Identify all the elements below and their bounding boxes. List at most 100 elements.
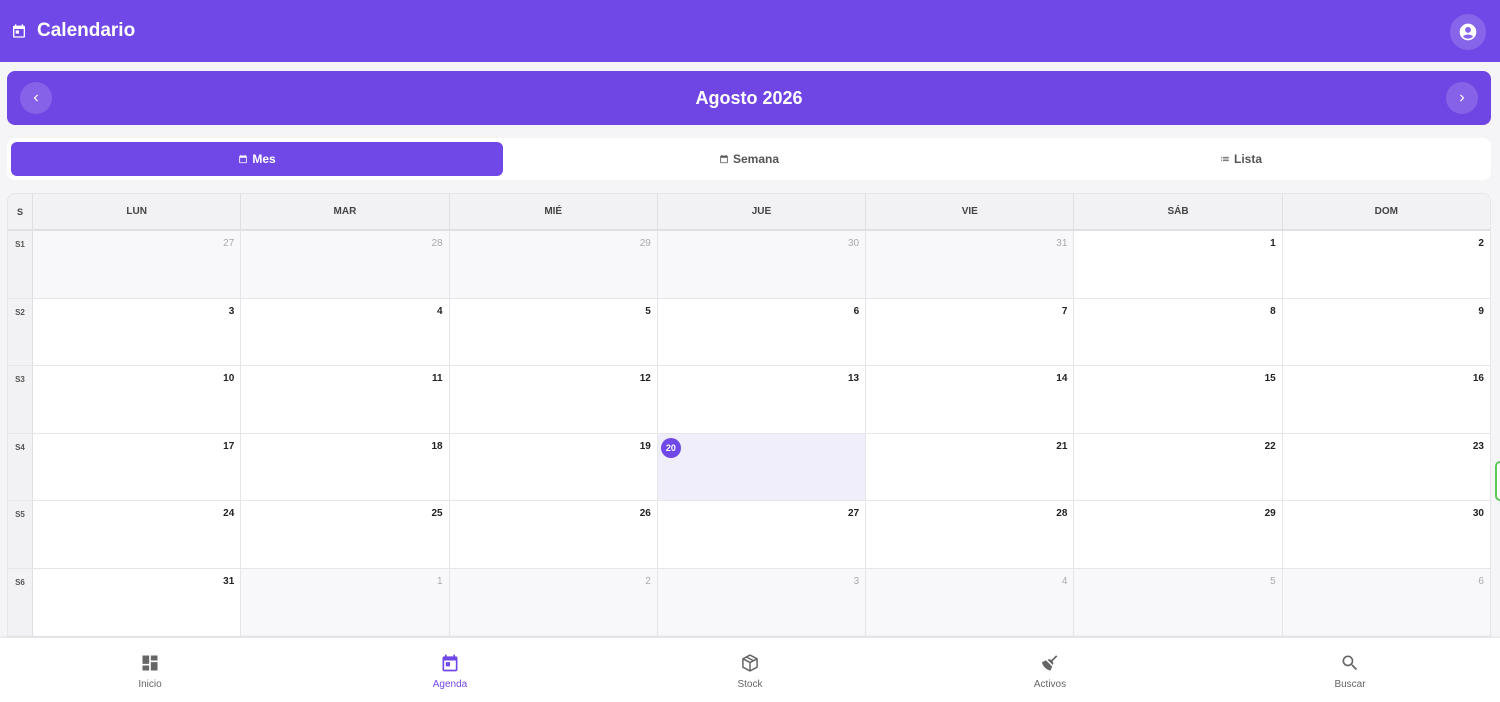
day-cell[interactable]: 19 [449, 433, 658, 501]
box-icon [742, 653, 758, 672]
day-number: 29 [1264, 508, 1276, 520]
tab-semana[interactable]: Semana [503, 142, 995, 176]
day-cell[interactable]: 17 [33, 433, 242, 501]
month-calendar: S LUN MAR MIÉ JUE VIE SÁB DOM S1 27 28 29 30… [7, 193, 1491, 693]
weekday-label: MAR [241, 194, 450, 229]
day-cell[interactable]: 14 [866, 366, 1075, 433]
day-cell[interactable]: 25 [241, 501, 450, 568]
day-number: 31 [223, 575, 235, 587]
day-cell[interactable]: 1 [241, 568, 450, 636]
day-number: 4 [1061, 575, 1068, 587]
view-tabs: Mes Semana Lista [7, 138, 1491, 180]
page-title: Calendario [37, 20, 136, 41]
day-cell[interactable]: 29 [1074, 501, 1283, 568]
nav-label: Agenda [432, 678, 468, 690]
day-number: 6 [1478, 575, 1484, 587]
calendar-icon [11, 23, 27, 39]
bottom-navigation: Inicio Agenda Stock Activos Buscar [0, 637, 1500, 702]
day-cell[interactable]: 22 [1074, 433, 1283, 501]
day-cell[interactable]: 26 [449, 501, 658, 568]
day-cell[interactable]: 3 [657, 568, 867, 636]
day-cell[interactable]: 2 [1282, 231, 1490, 298]
day-cell[interactable]: 27 [33, 231, 242, 298]
today-badge: 20 [660, 437, 681, 458]
weekday-label: SÁB [1074, 194, 1283, 229]
day-cell[interactable]: 6 [1282, 568, 1490, 636]
weekday-label: LUN [33, 194, 242, 229]
nav-item-inicio[interactable]: Inicio [0, 638, 300, 702]
week-number: S1 [8, 231, 33, 298]
day-cell[interactable]: 5 [449, 298, 658, 366]
day-cell[interactable]: 18 [241, 433, 450, 501]
day-cell[interactable]: 4 [866, 568, 1075, 636]
day-number: 19 [639, 440, 651, 452]
day-number: 28 [431, 238, 443, 249]
next-month-button[interactable] [1446, 82, 1478, 114]
day-number: 9 [1478, 305, 1484, 317]
day-number: 1 [437, 575, 443, 587]
day-number: 5 [645, 305, 651, 317]
day-cell[interactable]: 31 [866, 231, 1075, 298]
account-button[interactable] [1450, 14, 1486, 50]
tab-lista[interactable]: Lista [995, 142, 1487, 176]
weekday-header: S LUN MAR MIÉ JUE VIE SÁB DOM [8, 194, 1490, 231]
day-number: 14 [1056, 373, 1068, 385]
week-column-header: S [8, 194, 33, 229]
day-cell[interactable]: 23 [1282, 433, 1490, 501]
day-cell[interactable]: 29 [449, 231, 658, 298]
search-icon [1342, 655, 1358, 670]
day-cell[interactable]: 12 [449, 366, 658, 433]
day-cell[interactable]: 6 [657, 298, 867, 366]
calendar-icon [720, 154, 728, 164]
day-cell[interactable]: 21 [866, 433, 1075, 501]
day-cell[interactable]: 24 [33, 501, 242, 568]
day-number: 13 [848, 373, 860, 385]
day-cell[interactable]: 30 [1282, 501, 1490, 568]
day-number: 5 [1270, 575, 1276, 587]
day-cell[interactable]: 27 [657, 501, 867, 568]
day-cell[interactable]: 4 [241, 298, 450, 366]
nav-item-stock[interactable]: Stock [600, 638, 900, 702]
nav-item-activos[interactable]: Activos [900, 638, 1200, 702]
day-cell[interactable]: 11 [241, 366, 450, 433]
day-number: 31 [1056, 238, 1068, 249]
chevron-left-icon [33, 94, 38, 102]
calendar-icon [442, 654, 458, 671]
weekday-label: DOM [1374, 206, 1398, 217]
day-number: 25 [431, 508, 443, 520]
day-cell[interactable]: 13 [657, 366, 867, 433]
day-cell[interactable]: 8 [1074, 298, 1283, 366]
previous-month-button[interactable] [20, 82, 52, 114]
day-cell[interactable]: 2 [449, 568, 658, 636]
day-cell-today[interactable]: 20 [657, 433, 867, 501]
day-cell[interactable]: 5 [1074, 568, 1283, 636]
week-number: S2 [8, 298, 33, 366]
day-number: 24 [223, 508, 235, 520]
calendar-week-row: S5 24 25 26 27 28 29 30 [8, 501, 1490, 569]
nav-item-agenda[interactable]: Agenda [300, 638, 600, 702]
day-cell[interactable]: 28 [866, 501, 1075, 568]
day-number: 30 [848, 238, 860, 249]
day-cell[interactable]: 16 [1282, 366, 1490, 433]
day-cell[interactable]: 28 [241, 231, 450, 298]
day-cell[interactable]: 3 [33, 298, 242, 366]
tab-mes[interactable]: Mes [11, 142, 503, 176]
app-bar: Calendario [0, 0, 1500, 62]
day-number: 17 [223, 440, 235, 452]
nav-item-buscar[interactable]: Buscar [1200, 638, 1500, 702]
week-number: S5 [8, 501, 33, 568]
day-cell[interactable]: 10 [33, 366, 242, 433]
day-cell[interactable]: 1 [1074, 231, 1283, 298]
day-cell[interactable]: 9 [1282, 298, 1490, 366]
day-number: 4 [437, 305, 443, 317]
day-cell[interactable]: 7 [866, 298, 1075, 366]
day-number: 22 [1264, 440, 1276, 452]
day-cell[interactable]: 30 [657, 231, 867, 298]
nav-label: Stock [737, 678, 763, 690]
calendar-week-row: S2 3 4 5 6 7 8 9 [8, 298, 1490, 367]
day-cell[interactable]: 31 [33, 568, 242, 636]
day-cell[interactable]: 15 [1074, 366, 1283, 433]
month-header: Agosto 2026 [7, 71, 1491, 125]
day-number: 29 [639, 238, 651, 249]
side-handle[interactable] [1495, 461, 1500, 501]
